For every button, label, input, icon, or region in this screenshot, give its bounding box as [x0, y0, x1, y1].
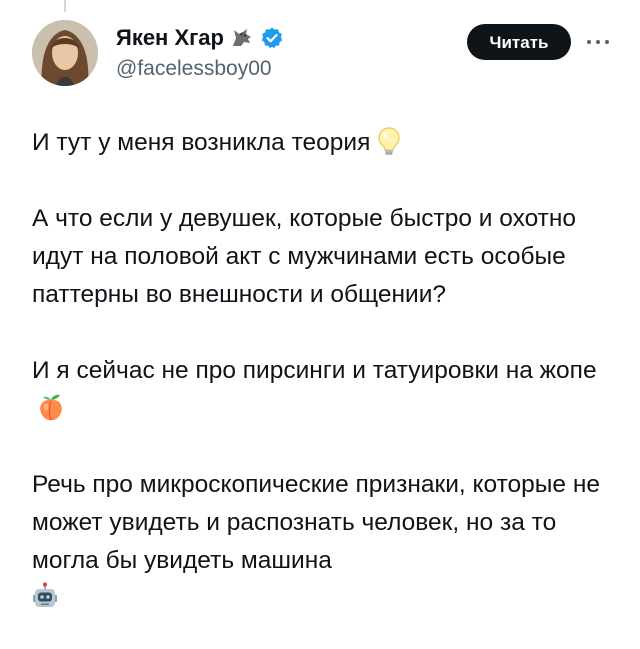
author-display-name[interactable]: Якен Хгар — [116, 24, 224, 52]
author-name-row: Якен Хгар — [116, 24, 284, 52]
verified-badge-icon — [260, 26, 284, 50]
tweet-paragraph: Речь про микроскопические признаки, кото… — [32, 466, 612, 618]
tweet-paragraph: А что если у девушек, которые быстро и о… — [32, 205, 577, 308]
avatar[interactable] — [32, 20, 98, 86]
more-dots-icon[interactable] — [585, 30, 611, 54]
thread-connector-line — [64, 0, 66, 12]
robot-icon — [32, 582, 58, 612]
tweet-text: И тут у меня возникла теория А что если … — [32, 124, 612, 618]
wolf-icon — [230, 26, 254, 50]
peach-icon — [38, 392, 64, 422]
tweet-paragraph: И тут у меня возникла теория — [32, 124, 612, 162]
follow-button[interactable]: Читать — [467, 24, 571, 60]
avatar-image — [32, 20, 98, 86]
tweet-paragraph: И я сейчас не про пирсинги и татуировки … — [32, 352, 612, 428]
lightbulb-icon — [376, 126, 402, 156]
author-handle[interactable]: @facelessboy00 — [116, 56, 272, 82]
